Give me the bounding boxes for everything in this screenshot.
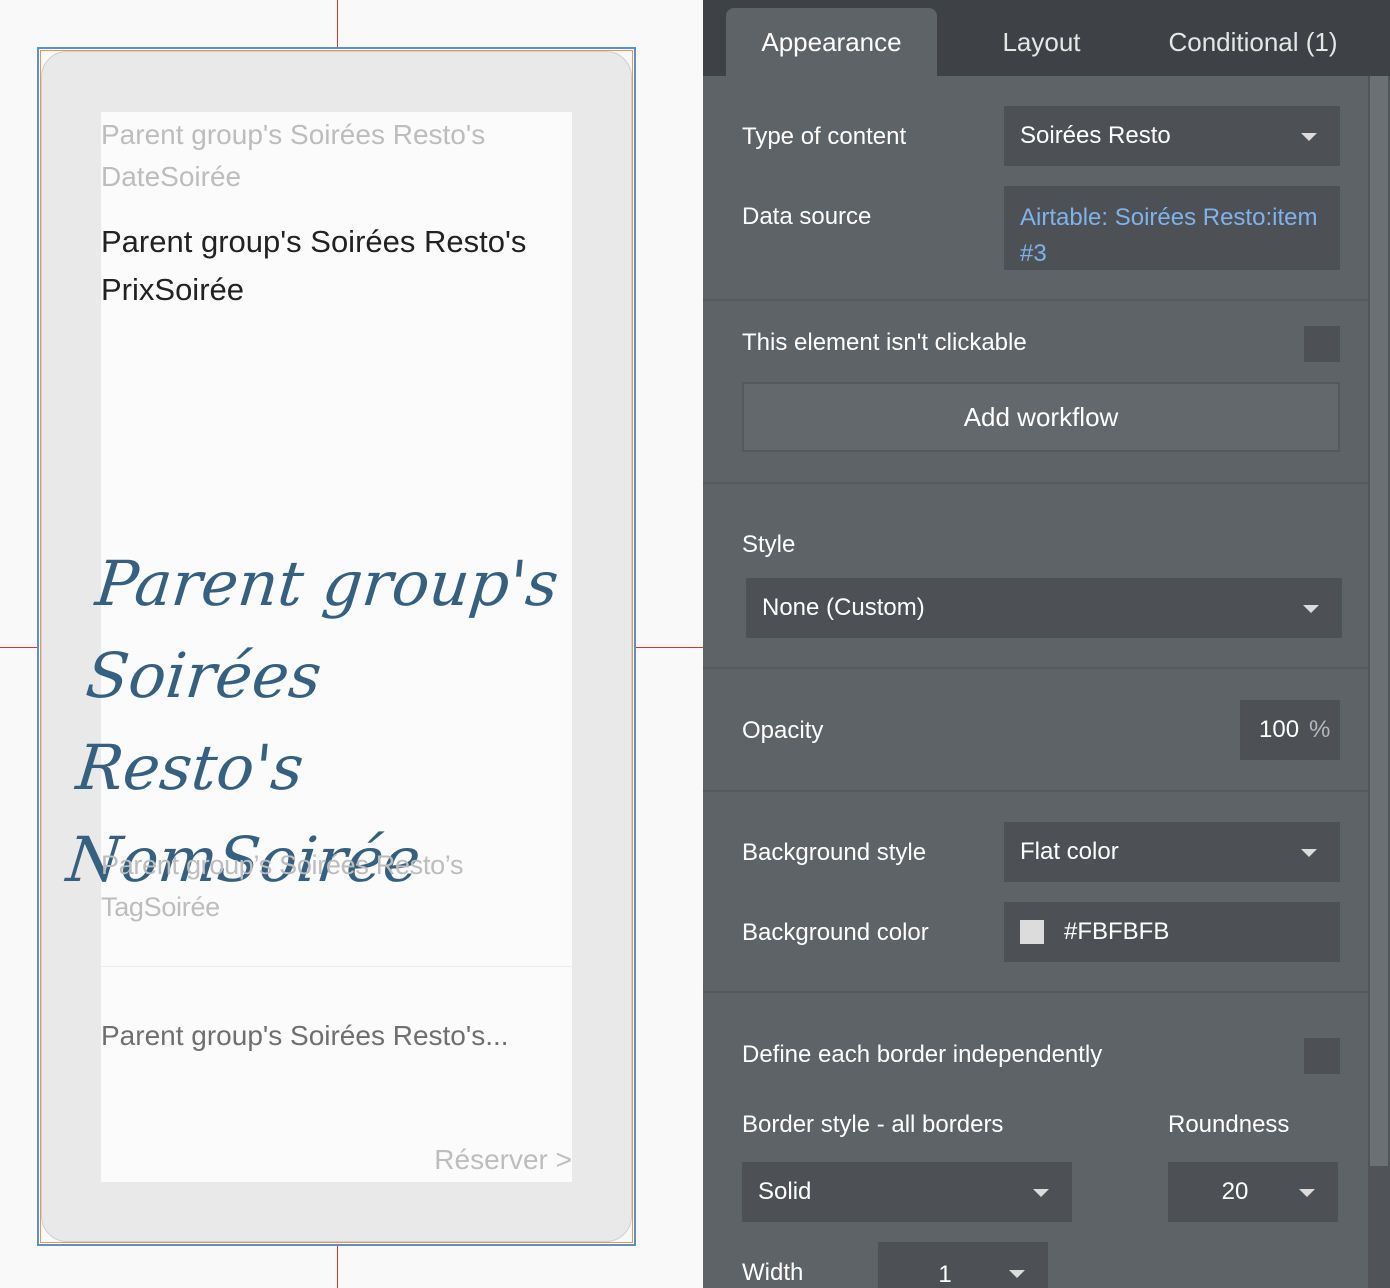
tab-conditional[interactable]: Conditional (1): [1148, 8, 1358, 76]
chevron-down-icon: [1301, 133, 1317, 141]
style-dropdown[interactable]: None (Custom): [746, 578, 1342, 638]
chevron-down-icon: [1033, 1189, 1049, 1197]
chevron-down-icon: [1009, 1270, 1025, 1278]
data-source-field[interactable]: Airtable: Soirées Resto:item #3: [1004, 186, 1340, 270]
guide-line-left: [0, 647, 37, 648]
roundness-dropdown[interactable]: 20: [1168, 1162, 1338, 1222]
opacity-unit: %: [1309, 716, 1331, 743]
type-of-content-value: Soirées Resto: [1020, 122, 1171, 149]
date-text[interactable]: Parent group's Soirées Resto's DateSoiré…: [101, 114, 551, 198]
opacity-label: Opacity: [742, 717, 824, 744]
roundness-value: 20: [1221, 1178, 1249, 1205]
type-of-content-dropdown[interactable]: Soirées Resto: [1004, 106, 1340, 166]
section-divider: [703, 667, 1368, 669]
editor-canvas: Parent group's Soirées Resto's DateSoiré…: [0, 0, 703, 1288]
background-color-label: Background color: [742, 919, 929, 946]
style-label: Style: [742, 531, 796, 558]
tag-text[interactable]: Parent group’s Soirées Resto’s TagSoirée: [101, 844, 541, 928]
style-value: None (Custom): [762, 594, 925, 621]
background-style-label: Background style: [742, 839, 927, 866]
add-workflow-button[interactable]: Add workflow: [742, 382, 1340, 452]
border-style-dropdown[interactable]: Solid: [742, 1162, 1072, 1222]
opacity-value: 100: [1259, 716, 1300, 743]
type-of-content-label: Type of content: [742, 123, 907, 150]
panel-scrollbar[interactable]: [1368, 76, 1390, 1288]
not-clickable-label: This element isn't clickable: [742, 329, 1027, 356]
background-color-value: #FBFBFB: [1064, 918, 1170, 945]
section-divider: [703, 482, 1368, 484]
opacity-input[interactable]: 100 %: [1240, 700, 1340, 760]
data-source-value[interactable]: Airtable: Soirées Resto:item #3: [1020, 200, 1336, 272]
reserver-link[interactable]: Réserver >: [400, 1140, 572, 1180]
tab-layout[interactable]: Layout: [959, 8, 1124, 76]
guide-line-bottom: [337, 1246, 338, 1288]
width-value: 1: [938, 1261, 952, 1288]
roundness-label: Roundness: [1168, 1111, 1290, 1138]
background-style-value: Flat color: [1020, 838, 1119, 865]
width-dropdown[interactable]: 1: [878, 1242, 1048, 1288]
prix-text[interactable]: Parent group's Soirées Resto's PrixSoiré…: [101, 218, 561, 314]
chevron-down-icon: [1299, 1189, 1315, 1197]
section-divider: [703, 299, 1368, 301]
tab-appearance[interactable]: Appearance: [726, 8, 937, 76]
background-color-field[interactable]: #FBFBFB: [1004, 902, 1340, 962]
chevron-down-icon: [1303, 605, 1319, 613]
section-divider: [703, 790, 1368, 792]
not-clickable-checkbox[interactable]: [1304, 326, 1340, 362]
section-divider: [703, 991, 1368, 993]
property-panel: Appearance Layout Conditional (1) Type o…: [703, 0, 1390, 1288]
define-each-border-checkbox[interactable]: [1304, 1038, 1340, 1074]
tab-bar: Appearance Layout Conditional (1): [703, 0, 1390, 76]
chevron-down-icon: [1301, 849, 1317, 857]
scrollbar-thumb[interactable]: [1370, 76, 1388, 1166]
border-style-label: Border style - all borders: [742, 1111, 1004, 1138]
width-label: Width: [742, 1259, 804, 1286]
color-swatch[interactable]: [1020, 920, 1044, 944]
content-divider: [101, 966, 572, 967]
border-style-value: Solid: [758, 1178, 812, 1205]
define-each-border-label: Define each border independently: [742, 1041, 1103, 1068]
data-source-label: Data source: [742, 203, 872, 230]
guide-line-right: [636, 647, 703, 648]
description-text[interactable]: Parent group's Soirées Resto's...: [101, 1014, 561, 1058]
background-style-dropdown[interactable]: Flat color: [1004, 822, 1340, 882]
guide-line-top: [337, 0, 338, 48]
